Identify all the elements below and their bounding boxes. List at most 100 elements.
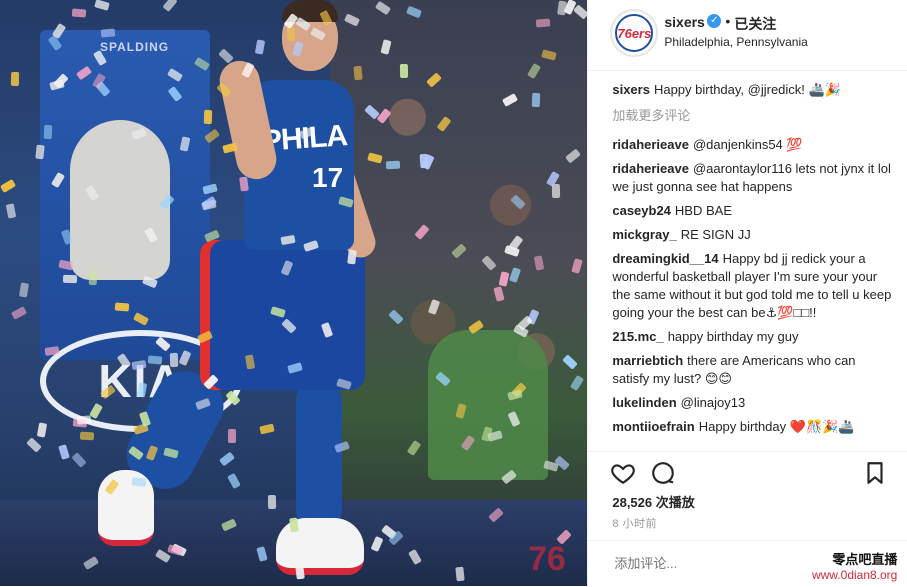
confetti-piece — [167, 86, 183, 102]
header-username[interactable]: sixers — [664, 14, 704, 30]
add-comment-input[interactable] — [612, 555, 797, 572]
caption-username[interactable]: sixers — [612, 82, 650, 97]
confetti-piece — [336, 378, 352, 390]
comment-icon[interactable] — [650, 460, 676, 486]
confetti-piece — [204, 128, 220, 144]
comment-username[interactable]: dreamingkid__14 — [612, 251, 718, 266]
follow-button[interactable]: 已关注 — [734, 14, 776, 34]
confetti-piece — [571, 258, 583, 274]
bookmark-icon[interactable] — [862, 460, 888, 486]
confetti-piece — [147, 355, 163, 365]
avatar[interactable]: 76ers — [610, 9, 659, 57]
comment-text: HBD BAE — [674, 203, 732, 218]
confetti-piece — [488, 507, 504, 523]
confetti-piece — [526, 62, 542, 80]
confetti-piece — [162, 0, 178, 12]
confetti-piece — [533, 255, 545, 271]
confetti-piece — [36, 422, 48, 438]
confetti-piece — [562, 354, 578, 370]
confetti-piece — [225, 390, 241, 406]
confetti-piece — [347, 249, 357, 265]
confetti-piece — [196, 330, 214, 344]
confetti-piece — [259, 423, 275, 435]
confetti-piece — [370, 535, 384, 553]
confetti-piece — [295, 564, 305, 580]
confetti-piece — [309, 27, 327, 41]
post-timestamp[interactable]: 8 小时前 — [612, 515, 657, 531]
confetti-piece — [292, 41, 304, 57]
confetti-piece — [116, 352, 132, 370]
list-item: ridaherieave @aarontaylor116 lets not jyn… — [612, 160, 894, 196]
confetti-piece — [376, 108, 392, 124]
comment-username[interactable]: caseyb24 — [612, 203, 671, 218]
confetti-piece — [132, 312, 150, 326]
heart-icon[interactable] — [610, 460, 636, 486]
confetti-piece — [320, 322, 334, 338]
comment-username[interactable]: mickgray_ — [612, 227, 676, 242]
instagram-post: SPALDING KIA PHILA 17 76 76ers sixers ✓ … — [0, 0, 907, 586]
post-photo[interactable]: SPALDING KIA PHILA 17 76 — [0, 0, 588, 586]
confetti-piece — [127, 445, 145, 461]
confetti-overlay — [0, 0, 588, 586]
confetti-piece — [367, 152, 383, 164]
watermark-url: www.0dian8.org — [811, 568, 898, 582]
confetti-piece — [219, 451, 235, 467]
confetti-piece — [47, 34, 63, 52]
post-side-panel: 76ers sixers ✓ • 已关注 Philadelphia, Penns… — [587, 0, 907, 586]
confetti-piece — [142, 275, 158, 289]
confetti-piece — [481, 255, 497, 271]
post-header: 76ers sixers ✓ • 已关注 Philadelphia, Penns… — [588, 0, 907, 71]
view-count[interactable]: 28,526 次播放 — [612, 492, 694, 511]
confetti-piece — [195, 397, 211, 411]
list-item: lukelinden @linajoy13 — [612, 394, 894, 412]
confetti-piece — [565, 148, 581, 164]
comment-username[interactable]: lukelinden — [612, 395, 676, 410]
confetti-piece — [75, 65, 93, 81]
confetti-piece — [286, 26, 296, 42]
confetti-piece — [289, 517, 299, 533]
comment-username[interactable]: montiioefrain — [612, 419, 694, 434]
confetti-piece — [50, 171, 66, 189]
comment-username[interactable]: ridaherieave — [612, 161, 689, 176]
confetti-piece — [385, 160, 401, 170]
confetti-piece — [100, 28, 116, 38]
action-bar — [588, 451, 907, 492]
confetti-piece — [60, 229, 74, 245]
confetti-piece — [5, 203, 17, 219]
location-link[interactable]: Philadelphia, Pennsylvania — [664, 35, 807, 49]
confetti-piece — [218, 48, 234, 64]
confetti-piece — [388, 309, 404, 325]
confetti-piece — [114, 302, 130, 312]
comment-username[interactable]: marriebtich — [612, 353, 683, 368]
list-item: caseyb24 HBD BAE — [612, 202, 894, 220]
add-comment-bar: 零点吧直播 www.0dian8.org — [588, 540, 907, 587]
confetti-piece — [131, 477, 147, 487]
confetti-piece — [498, 271, 510, 287]
confetti-piece — [227, 472, 241, 490]
confetti-piece — [18, 282, 30, 298]
confetti-piece — [501, 93, 519, 107]
confetti-piece — [104, 479, 120, 495]
confetti-piece — [58, 444, 70, 460]
confetti-piece — [228, 429, 236, 443]
confetti-piece — [507, 389, 523, 401]
confetti-piece — [353, 65, 363, 81]
confetti-piece — [338, 196, 354, 208]
confetti-piece — [94, 0, 110, 11]
confetti-piece — [220, 518, 238, 532]
list-item: dreamingkid__14 Happy bd jj redick your a… — [612, 250, 894, 322]
confetti-piece — [399, 63, 409, 79]
caption-text: Happy birthday, @jjredick! 🚢🎉 — [653, 82, 841, 97]
confetti-piece — [144, 226, 158, 244]
comment-username[interactable]: 215.mc_ — [612, 329, 663, 344]
caption: sixers Happy birthday, @jjredick! 🚢🎉 — [612, 81, 894, 99]
list-item: marriebtich there are Americans who can s… — [612, 352, 894, 388]
confetti-piece — [573, 4, 588, 20]
comments-list[interactable]: sixers Happy birthday, @jjredick! 🚢🎉 加载更多… — [612, 81, 894, 449]
list-item: montiioefrain Happy birthday ❤️🎊🎉🚢 — [612, 418, 894, 436]
watermark: 零点吧直播 www.0dian8.org — [812, 549, 897, 582]
comment-username[interactable]: ridaherieave — [612, 137, 689, 152]
load-more-comments-button[interactable]: 加载更多评论 — [612, 105, 894, 124]
confetti-piece — [203, 109, 213, 125]
confetti-piece — [426, 72, 442, 88]
